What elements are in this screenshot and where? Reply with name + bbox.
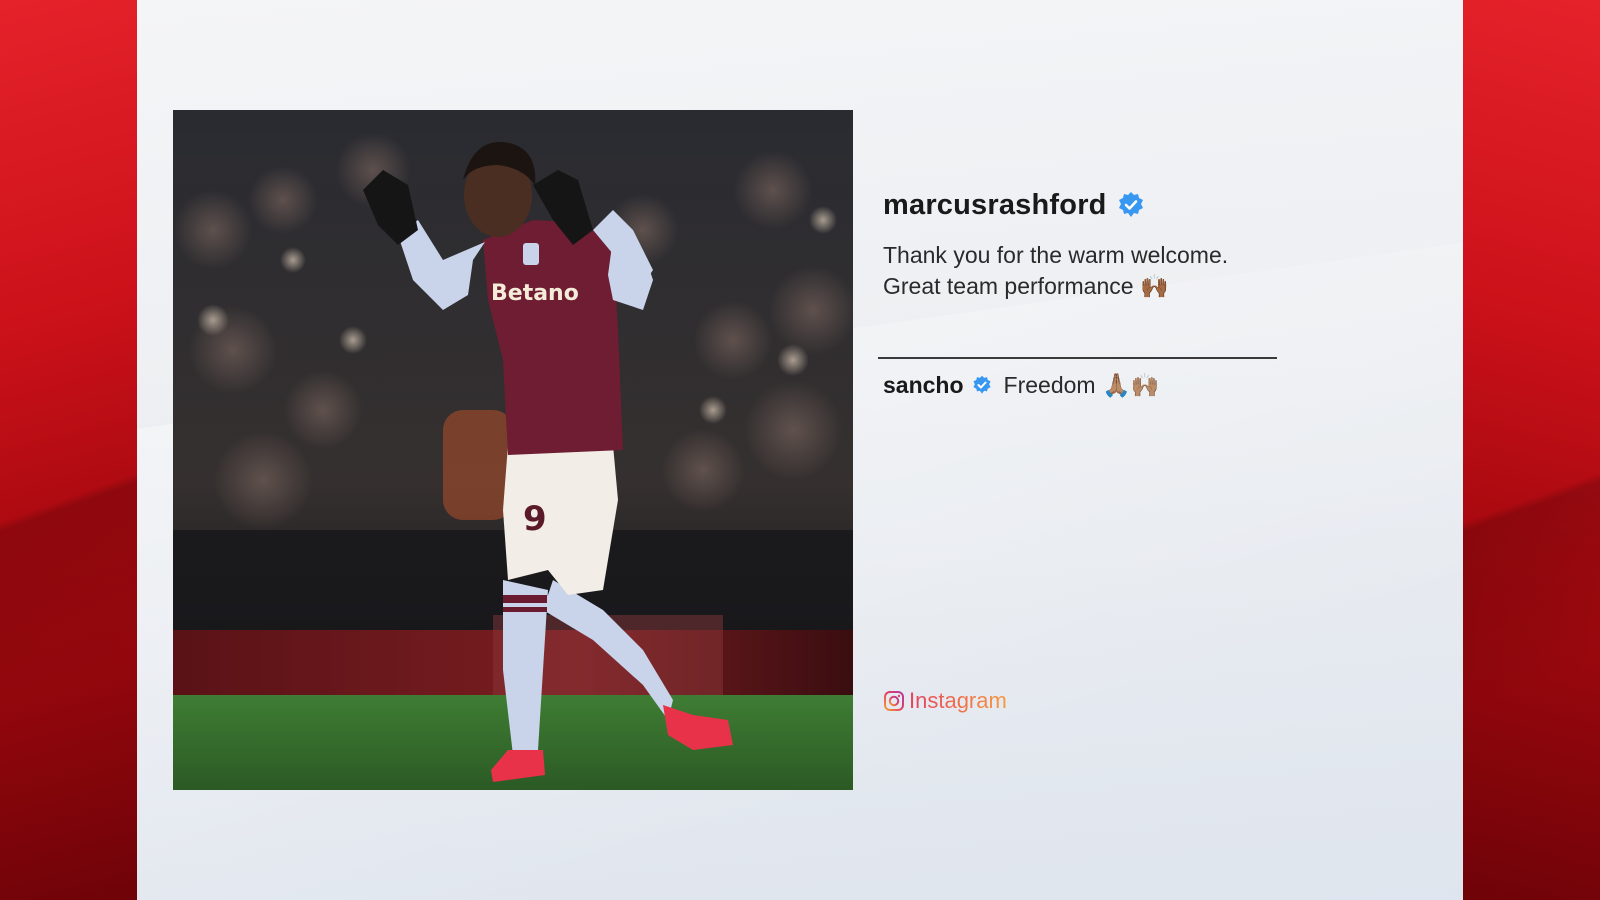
post-caption: Thank you for the warm welcome. Great te…	[883, 240, 1303, 302]
caption-line-2: Great team performance 🙌🏾	[883, 273, 1169, 299]
verified-badge-icon	[1117, 191, 1145, 219]
instagram-icon	[883, 690, 905, 712]
verified-badge-icon	[972, 375, 992, 395]
post-details: marcusrashford Thank you for the warm we…	[883, 180, 1303, 302]
instagram-source: Instagram	[883, 688, 1007, 714]
comment-divider	[878, 357, 1277, 359]
svg-text:Betano: Betano	[491, 281, 579, 306]
post-username[interactable]: marcusrashford	[883, 189, 1107, 222]
post-photo: 9 Betano	[173, 110, 853, 790]
caption-line-1: Thank you for the warm welcome.	[883, 242, 1229, 268]
instagram-label: Instagram	[909, 688, 1007, 713]
right-red-frame	[1463, 0, 1600, 900]
post-card: 9 Betano marcusrashford Thank you for th…	[137, 0, 1463, 900]
post-header: marcusrashford	[883, 180, 1303, 230]
left-red-frame	[0, 0, 137, 900]
comment-text: Freedom 🙏🏽🙌🏽	[1003, 371, 1160, 398]
comment-row: sancho Freedom 🙏🏽🙌🏽	[883, 368, 1159, 402]
svg-text:9: 9	[523, 499, 547, 539]
comment-username[interactable]: sancho	[883, 372, 964, 399]
